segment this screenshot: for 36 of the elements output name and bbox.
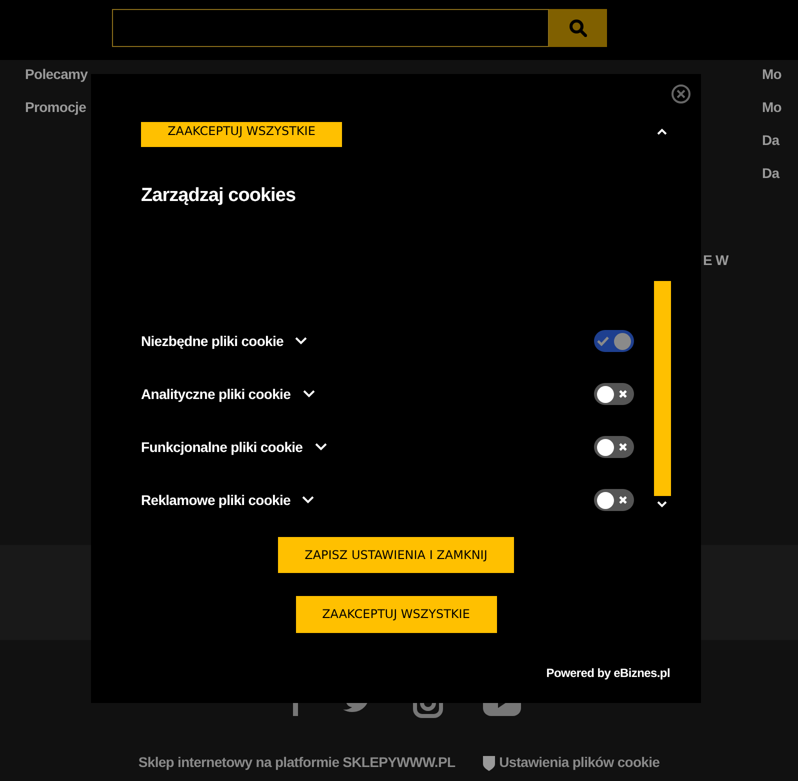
nav-link[interactable]: Mo — [762, 97, 782, 118]
scrollbar-thumb[interactable] — [654, 281, 671, 496]
category-label: Funkcjonalne pliki cookie — [141, 438, 303, 457]
search-button[interactable] — [549, 9, 607, 47]
toggle-switch[interactable] — [594, 330, 634, 352]
chevron-down-icon[interactable] — [295, 337, 308, 345]
toggle-switch[interactable] — [594, 383, 634, 405]
check-icon — [597, 336, 609, 346]
save-settings-button[interactable]: ZAPISZ USTAWIENIA I ZAMKNIJ — [278, 536, 514, 572]
collapse-icon[interactable] — [657, 128, 667, 135]
chevron-down-icon[interactable] — [302, 496, 314, 504]
section-heading: E W — [703, 251, 728, 270]
x-icon — [618, 389, 628, 399]
cookie-settings-link[interactable]: Ustawienia plików cookie — [483, 752, 660, 773]
dialog-title: Zarządzaj cookies — [141, 184, 297, 208]
close-icon[interactable] — [671, 84, 691, 104]
shield-icon — [483, 754, 496, 770]
x-icon — [618, 442, 628, 452]
category-label: Analityczne pliki cookie — [141, 384, 291, 404]
toggle-switch[interactable] — [594, 436, 634, 458]
search-icon — [569, 19, 587, 37]
nav-link[interactable]: Da — [762, 130, 782, 151]
scroll-down-icon[interactable] — [657, 501, 667, 508]
chevron-down-icon[interactable] — [314, 443, 327, 451]
search-field[interactable] — [112, 9, 549, 47]
toggle-switch[interactable] — [594, 489, 634, 511]
nav-link[interactable]: Mo — [762, 64, 782, 85]
nav-link[interactable]: Da — [762, 163, 782, 184]
platform-text: Sklep internetowy na platformie SKLEPYWWW.PL — [138, 753, 456, 772]
accept-all-button[interactable]: ZAAKCEPTUJ WSZYSTKIE — [141, 122, 342, 147]
category-label: Niezbędne pliki cookie — [141, 332, 284, 351]
chevron-down-icon[interactable] — [302, 390, 315, 398]
x-icon — [618, 495, 628, 505]
accept-all-button[interactable]: ZAAKCEPTUJ WSZYSTKIE — [296, 596, 496, 632]
category-label: Reklamowe pliki cookie — [141, 490, 290, 510]
powered-by-text: Powered by eBiznes.pl — [546, 664, 670, 682]
